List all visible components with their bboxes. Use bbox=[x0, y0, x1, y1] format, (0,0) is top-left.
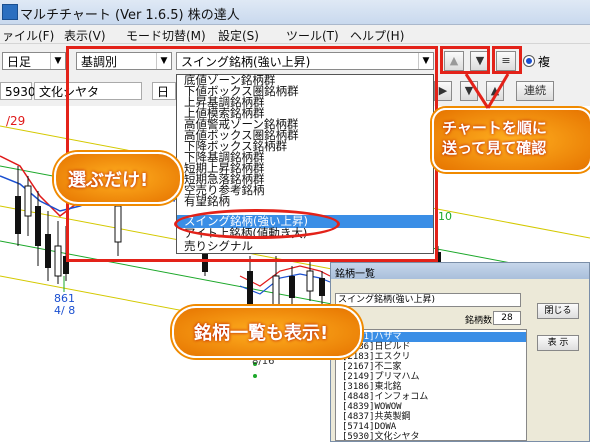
menu-settings[interactable]: 設定(S) bbox=[218, 27, 259, 44]
chart-date-left: 4/ 8 bbox=[54, 304, 76, 317]
radio-dot bbox=[526, 58, 532, 64]
subwindow-title: 銘柄一覧 bbox=[335, 269, 375, 280]
menu-tools[interactable]: ツール(T) bbox=[286, 27, 339, 44]
chart-date-top: /29 bbox=[6, 114, 26, 128]
ma-blue-line-2 bbox=[239, 273, 331, 295]
menu-file[interactable]: ァイル(F) bbox=[2, 27, 54, 44]
list-item[interactable]: [5714]DOWA bbox=[342, 422, 396, 432]
menu-view[interactable]: 表示(V) bbox=[64, 27, 106, 44]
stock-listbox[interactable]: [1301]ハザマ [2186]日ビルド [2183]エスクリ [2167]不二… bbox=[335, 329, 527, 441]
list-item[interactable]: [4848]インフォコム bbox=[342, 392, 428, 402]
window-title: マルチチャート (Ver 1.6.5) 株の達人 bbox=[20, 8, 240, 23]
chart-value-right: 10 bbox=[438, 210, 452, 223]
code-value: 5930 bbox=[5, 85, 36, 99]
ma-red-line-2 bbox=[239, 265, 331, 287]
list-item[interactable]: [2149]プリマハム bbox=[342, 372, 420, 382]
list-item[interactable]: [4839]WOWOW bbox=[342, 402, 402, 412]
callout-check-arrows bbox=[464, 73, 510, 109]
count-label: 銘柄数 bbox=[465, 316, 493, 326]
menu-help[interactable]: ヘルプ(H) bbox=[350, 27, 404, 44]
period-select[interactable]: 日足 ▼ bbox=[2, 52, 66, 70]
radio-button[interactable] bbox=[523, 55, 535, 67]
close-button[interactable]: 閉じる bbox=[537, 303, 579, 319]
menu-bar: ァイル(F) 表示(V) モード切替(M) 設定(S) ツール(T) ヘルプ(H… bbox=[0, 25, 590, 44]
count-value: 28 bbox=[493, 311, 521, 325]
subwindow-titlebar: 銘柄一覧 bbox=[331, 263, 589, 280]
callout-choose-text: 選ぶだけ! bbox=[68, 170, 149, 191]
callout-list-text: 銘柄一覧も表示! bbox=[194, 323, 329, 344]
app-icon bbox=[2, 4, 18, 20]
stock-list-window[interactable]: 銘柄一覧 スイング銘柄(強い上昇) 閉じる 銘柄数 28 表 示 [1301]ハ… bbox=[330, 262, 590, 442]
list-item[interactable]: [2167]不二家 bbox=[342, 362, 402, 372]
callout-choose: 選ぶだけ! bbox=[54, 152, 182, 204]
list-name-field[interactable]: スイング銘柄(強い上昇) bbox=[335, 293, 521, 307]
code-field[interactable]: 5930 bbox=[0, 82, 36, 100]
title-bar: マルチチャート (Ver 1.6.5) 株の達人 bbox=[0, 0, 590, 25]
menu-mode[interactable]: モード切替(M) bbox=[126, 27, 206, 44]
renzoku-button[interactable]: 連続 bbox=[516, 81, 554, 101]
radio-label: 複 bbox=[538, 55, 551, 69]
callout-list: 銘柄一覧も表示! bbox=[172, 306, 362, 358]
list-item[interactable]: [4837]共英製鋼 bbox=[342, 412, 411, 422]
show-button[interactable]: 表 示 bbox=[537, 335, 579, 351]
list-item[interactable]: [5930]文化シヤタ bbox=[342, 432, 420, 440]
list-item[interactable]: [2183]エスクリ bbox=[342, 352, 411, 362]
callout-check-text: チャートを順に 送って見て確認 bbox=[442, 119, 547, 157]
period-value: 日足 bbox=[7, 55, 32, 69]
chevron-down-icon: ▼ bbox=[50, 53, 65, 69]
list-item[interactable]: [3186]東北銘 bbox=[342, 382, 402, 392]
marker-dot bbox=[253, 374, 257, 378]
callout-check: チャートを順に 送って見て確認 bbox=[432, 108, 590, 172]
